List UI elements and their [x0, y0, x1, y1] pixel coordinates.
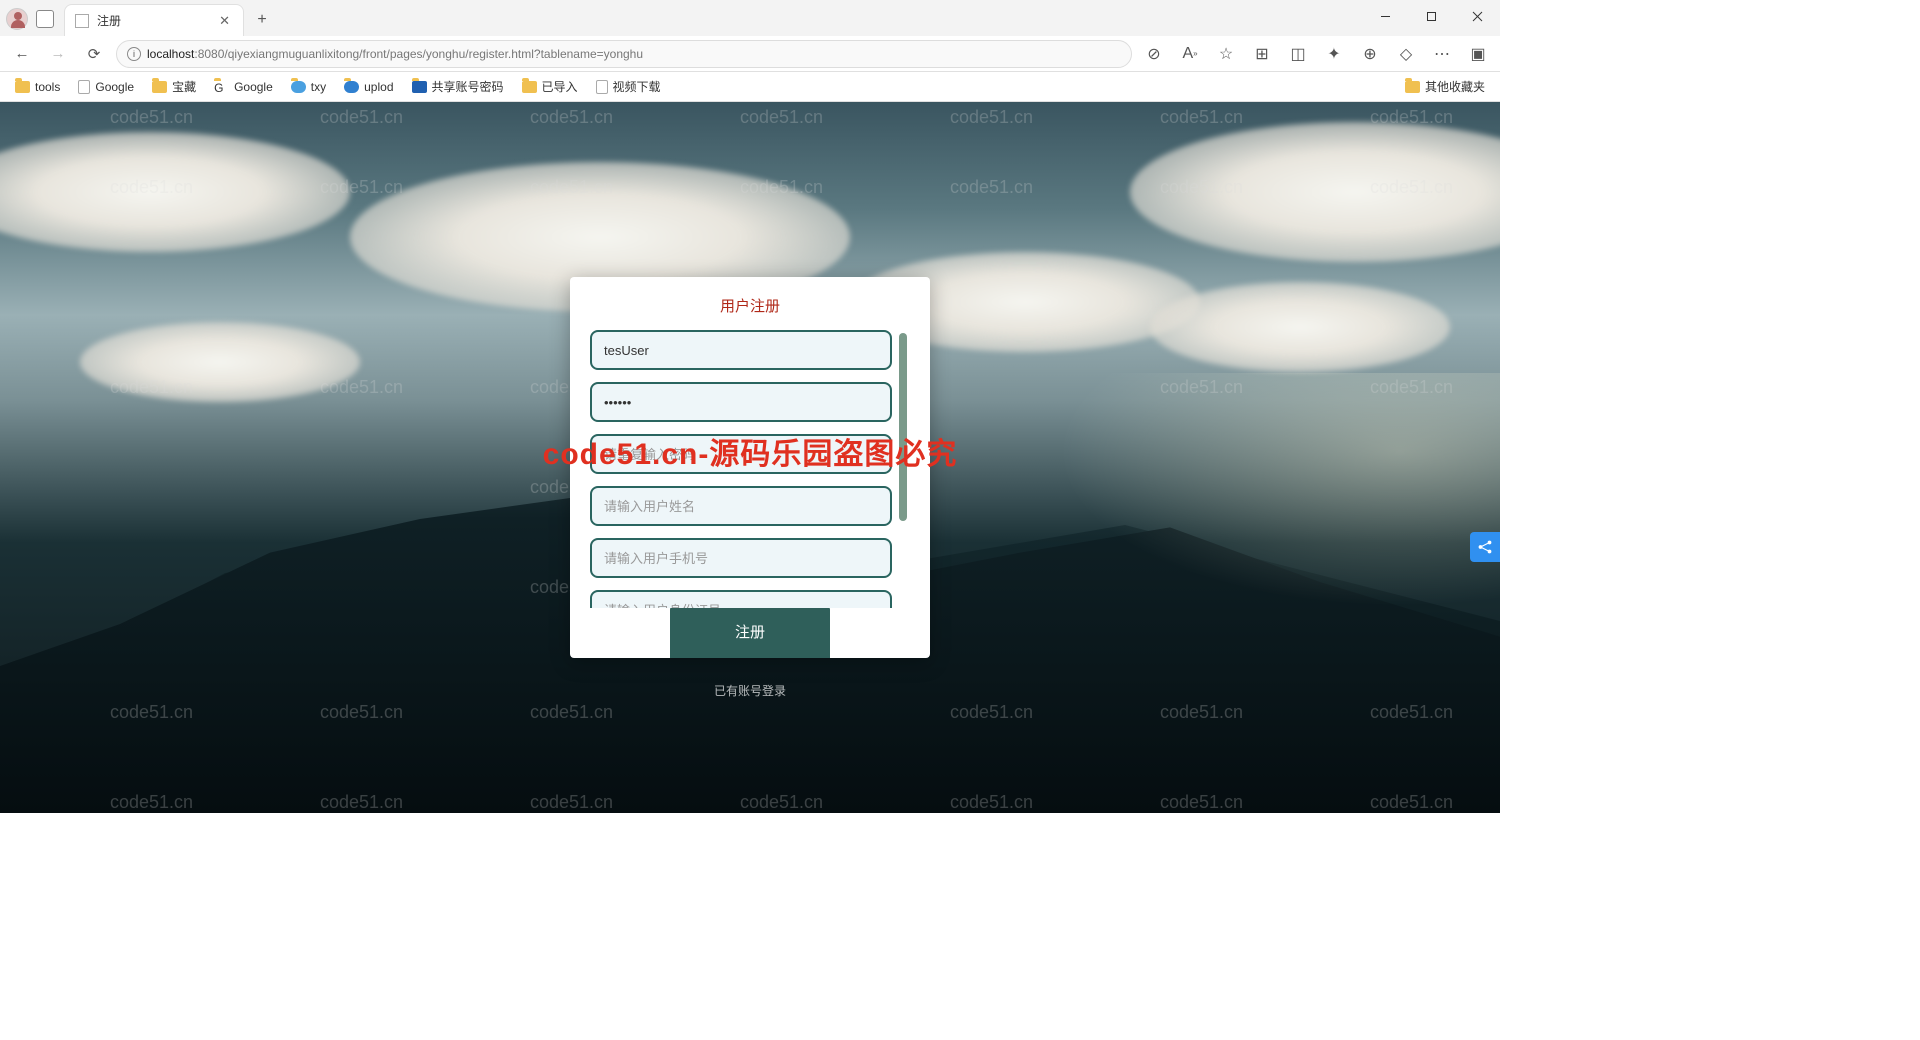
bookmark-item[interactable]: 视频下载 — [589, 75, 668, 98]
password-input[interactable] — [590, 382, 892, 422]
split-screen-icon[interactable]: ◫ — [1284, 40, 1312, 68]
form-scrollbar[interactable] — [899, 333, 907, 521]
browser-tab[interactable]: 注册 ✕ — [64, 4, 244, 36]
page-viewport: code51.cn code51.cn code51.cn code51.cn … — [0, 102, 1500, 813]
window-maximize-button[interactable] — [1408, 0, 1454, 32]
read-aloud-icon[interactable]: A» — [1176, 40, 1204, 68]
bookmarks-bar: tools Google 宝藏 GGoogle txy uplod 共享账号密码… — [0, 72, 1500, 102]
search-icon[interactable]: ⊘ — [1140, 40, 1168, 68]
tab-title: 注册 — [97, 12, 208, 29]
site-info-icon[interactable]: i — [127, 47, 141, 61]
name-input[interactable] — [590, 486, 892, 526]
window-close-button[interactable] — [1454, 0, 1500, 32]
address-bar: ← → ⟳ i localhost:8080/qiyexiangmuguanli… — [0, 36, 1500, 72]
bookmark-item[interactable]: uplod — [337, 77, 400, 97]
url-input[interactable]: i localhost:8080/qiyexiangmuguanlixitong… — [116, 40, 1132, 68]
bookmark-item[interactable]: 共享账号密码 — [405, 75, 511, 98]
nav-forward-button[interactable]: → — [44, 40, 72, 68]
window-titlebar: 注册 ✕ + — [0, 0, 1500, 36]
favorites-hub-icon[interactable]: ✦ — [1320, 40, 1348, 68]
favorite-icon[interactable]: ☆ — [1212, 40, 1240, 68]
nav-back-button[interactable]: ← — [8, 40, 36, 68]
form-title: 用户注册 — [590, 295, 910, 316]
bookmark-item[interactable]: tools — [8, 77, 67, 97]
url-port: :8080 — [194, 47, 224, 61]
window-minimize-button[interactable] — [1362, 0, 1408, 32]
menu-icon[interactable]: ⋯ — [1428, 40, 1456, 68]
bookmark-item[interactable]: 已导入 — [515, 75, 585, 98]
tab-close-icon[interactable]: ✕ — [216, 13, 233, 29]
url-path: /qiyexiangmuguanlixitong/front/pages/yon… — [224, 47, 643, 61]
bookmark-item[interactable]: GGoogle — [207, 77, 280, 97]
username-input[interactable] — [590, 330, 892, 370]
url-host: localhost — [147, 47, 194, 61]
bookmark-item[interactable]: Google — [71, 77, 141, 97]
register-card: 用户注册 注册 — [570, 277, 930, 658]
profile-avatar-icon[interactable] — [6, 8, 28, 30]
google-icon: G — [214, 81, 229, 93]
nav-refresh-button[interactable]: ⟳ — [80, 40, 108, 68]
confirm-password-input[interactable] — [590, 434, 892, 474]
phone-input[interactable] — [590, 538, 892, 578]
performance-icon[interactable]: ◇ — [1392, 40, 1420, 68]
register-button[interactable]: 注册 — [670, 604, 830, 658]
collections-icon[interactable]: ⊕ — [1356, 40, 1384, 68]
idcard-input[interactable] — [590, 590, 892, 608]
extensions-icon[interactable]: ⊞ — [1248, 40, 1276, 68]
other-bookmarks[interactable]: 其他收藏夹 — [1398, 75, 1492, 98]
bookmark-item[interactable]: 宝藏 — [145, 75, 203, 98]
sidebar-toggle-icon[interactable]: ▣ — [1464, 40, 1492, 68]
login-link[interactable]: 已有账号登录 — [714, 682, 786, 699]
new-tab-button[interactable]: + — [248, 6, 276, 34]
tab-favicon-icon — [75, 14, 89, 28]
share-widget-icon[interactable] — [1470, 532, 1500, 562]
bookmark-item[interactable]: txy — [284, 77, 333, 97]
workspace-icon[interactable] — [36, 10, 54, 28]
